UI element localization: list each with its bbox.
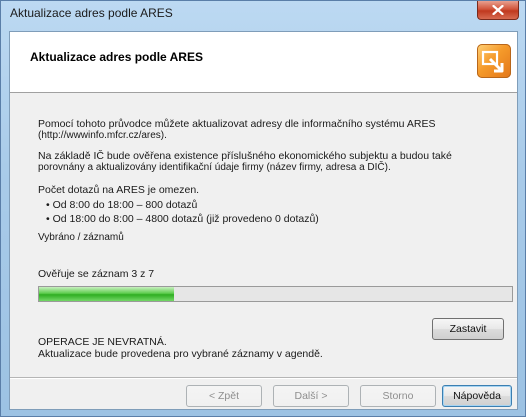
wizard-header-title: Aktualizace adres podle ARES	[30, 50, 203, 64]
footer-separator	[10, 377, 517, 379]
progress-fill	[39, 287, 175, 301]
check-text-line-1: Na základě IČ bude ověřena existence pří…	[38, 150, 452, 162]
progress-bar	[38, 286, 513, 302]
arrow-graphic	[481, 50, 504, 73]
help-button[interactable]: Nápověda	[442, 385, 512, 407]
warning-text: Aktualizace bude provedena pro vybrané z…	[38, 348, 323, 360]
wizard-window: Aktualizace adres podle ARES Aktualizace…	[0, 0, 526, 417]
limit-day: • Od 8:00 do 18:00 – 800 dotazů	[46, 199, 198, 211]
limit-night: • Od 18:00 do 8:00 – 4800 dotazů (již pr…	[46, 213, 319, 225]
selected-records: Vybráno / záznamů	[38, 232, 124, 243]
limit-title: Počet dotazů na ARES je omezen.	[38, 184, 200, 196]
window-title: Aktualizace adres podle ARES	[10, 6, 173, 20]
close-button[interactable]	[477, 1, 519, 20]
wizard-arrow-icon	[477, 44, 511, 78]
close-icon	[492, 5, 504, 15]
next-button[interactable]: Další >	[273, 385, 349, 407]
check-text-line-2: porovnány a aktualizovány identifikační …	[38, 162, 391, 173]
warning-title: OPERACE JE NEVRATNÁ.	[38, 336, 167, 348]
stop-button[interactable]: Zastavit	[432, 318, 504, 340]
intro-text-line-2: (http://wwwinfo.mfcr.cz/ares).	[38, 130, 167, 141]
cancel-button[interactable]: Storno	[360, 385, 436, 407]
back-button[interactable]: < Zpět	[186, 385, 262, 407]
intro-text-line-1: Pomocí tohoto průvodce můžete aktualizov…	[38, 118, 436, 130]
progress-label: Ověřuje se záznam 3 z 7	[38, 268, 155, 280]
wizard-client-area: Aktualizace adres podle ARES Pomocí toho…	[9, 31, 518, 410]
wizard-header: Aktualizace adres podle ARES	[10, 32, 517, 93]
